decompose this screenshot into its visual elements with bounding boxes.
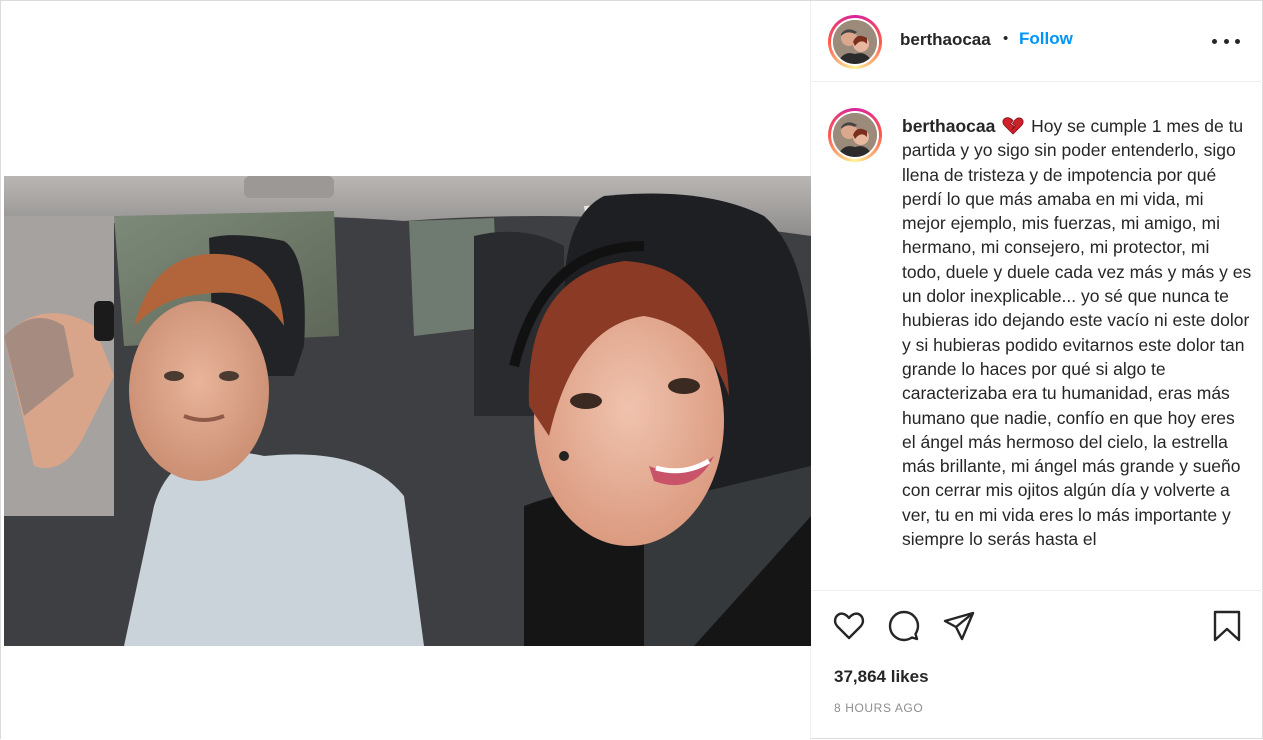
avatar[interactable]: [828, 15, 882, 69]
follow-button[interactable]: Follow: [1019, 29, 1073, 49]
comment-icon[interactable]: [887, 609, 921, 643]
actions-bar: 37,864 likes 8 HOURS AGO: [812, 590, 1263, 740]
likes-count[interactable]: 37,864 likes: [834, 667, 929, 687]
post-photo[interactable]: [4, 176, 811, 646]
instagram-post: berthaocaa • Follow berthaocaa Hoy se cu…: [0, 0, 1263, 740]
caption-username[interactable]: berthaocaa: [902, 116, 995, 136]
post-timestamp[interactable]: 8 HOURS AGO: [834, 701, 923, 715]
post-username[interactable]: berthaocaa: [900, 30, 991, 50]
caption-avatar[interactable]: [828, 108, 882, 162]
caption-text: Hoy se cumple 1 mes de tu partida y yo s…: [902, 116, 1252, 550]
post-sidebar: berthaocaa • Follow berthaocaa Hoy se cu…: [812, 1, 1263, 740]
separator-dot: •: [1003, 30, 1009, 47]
share-icon[interactable]: [942, 609, 976, 643]
car-selfie-photo: [4, 176, 811, 646]
profile-photo: [833, 20, 877, 64]
post-media: [1, 1, 811, 740]
profile-photo: [833, 113, 877, 157]
post-caption: berthaocaa Hoy se cumple 1 mes de tu par…: [902, 114, 1252, 551]
post-header: berthaocaa • Follow: [812, 1, 1263, 82]
more-horizontal-icon[interactable]: [1212, 31, 1240, 51]
heart-icon[interactable]: [832, 609, 866, 643]
broken-heart-icon: [1002, 117, 1024, 135]
bookmark-icon[interactable]: [1210, 609, 1244, 643]
caption-section: berthaocaa Hoy se cumple 1 mes de tu par…: [812, 83, 1263, 590]
